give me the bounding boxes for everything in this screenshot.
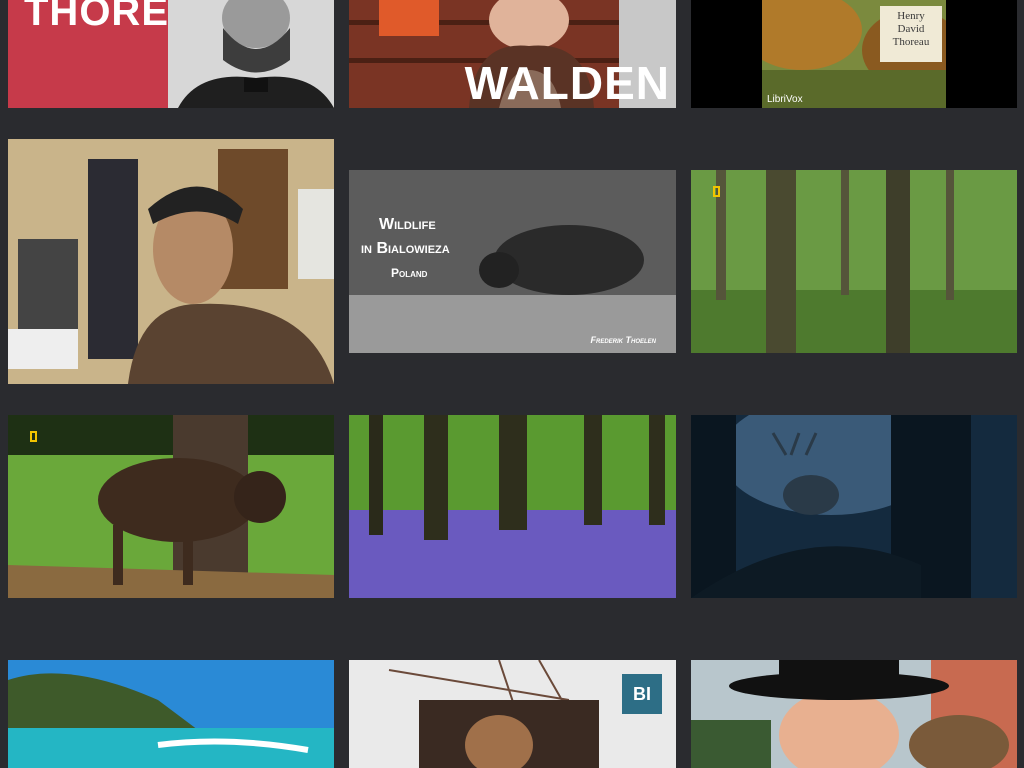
video-thumbnail-groundhog-man[interactable] xyxy=(691,660,1017,768)
video-thumbnail-bluebells[interactable] xyxy=(349,415,676,598)
beach-image xyxy=(8,660,334,768)
video-thumbnail-stag[interactable] xyxy=(691,415,1017,598)
video-thumbnail-thoreau[interactable]: THOREAU xyxy=(8,0,334,108)
video-thumbnail-groundhog[interactable]: BI xyxy=(349,660,676,768)
national-geographic-icon xyxy=(30,431,37,442)
video-thumbnail-forest[interactable] xyxy=(691,170,1017,353)
bison-bw-image xyxy=(349,170,676,353)
video-thumbnail-librivox[interactable]: Henry David Thoreau LibriVox xyxy=(691,0,1017,108)
vlogger-image xyxy=(8,139,334,384)
bluebell-forest-image xyxy=(349,415,676,598)
video-credit: Frederik Thoelen xyxy=(590,335,656,345)
video-title-line-1: Wildlife xyxy=(379,216,436,233)
portrait-image xyxy=(168,0,334,108)
video-thumbnail-bialowieza[interactable]: Wildlife in Bialowieza Poland Frederik T… xyxy=(349,170,676,353)
national-geographic-icon xyxy=(713,186,720,197)
author-line-1: Henry xyxy=(897,10,925,22)
business-insider-badge: BI xyxy=(622,674,662,714)
video-thumbnail-walden[interactable]: WALDEN xyxy=(349,0,676,108)
video-title-line-2: in Bialowieza xyxy=(361,240,450,257)
video-grid: THOREAU WALDEN Henry David Thoreau Libri… xyxy=(0,0,1024,768)
bison-image xyxy=(8,415,334,598)
author-line-3: Thoreau xyxy=(892,36,930,48)
librivox-title-box: Henry David Thoreau xyxy=(880,6,942,62)
man-with-hat-image xyxy=(691,660,1017,768)
video-title-walden: WALDEN xyxy=(464,57,670,108)
video-thumbnail-beach[interactable] xyxy=(8,660,334,768)
video-thumbnail-bison[interactable] xyxy=(8,415,334,598)
librivox-logo: LibriVox xyxy=(767,94,803,105)
video-thumbnail-vlogger[interactable] xyxy=(8,139,334,384)
video-title-line-3: Poland xyxy=(391,266,428,280)
forest-image xyxy=(691,170,1017,353)
author-line-2: David xyxy=(897,23,925,35)
stag-image xyxy=(691,415,1017,598)
librivox-cover: Henry David Thoreau LibriVox xyxy=(762,0,946,108)
